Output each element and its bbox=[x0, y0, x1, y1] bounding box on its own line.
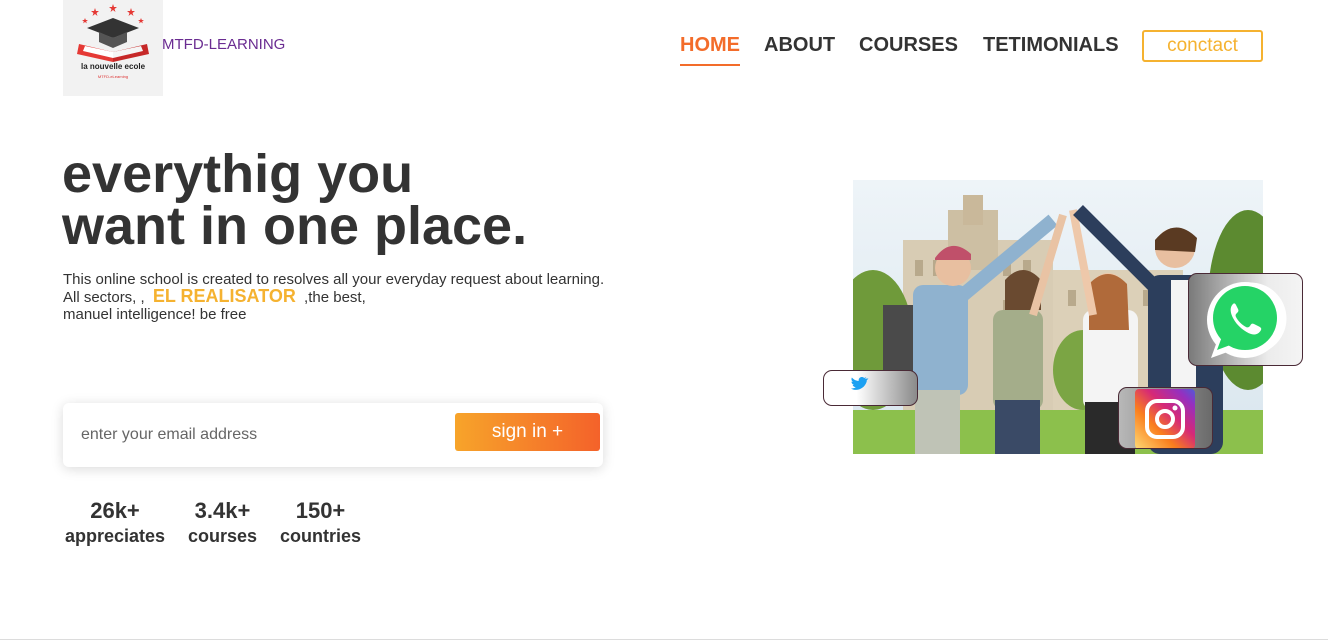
stat-label: courses bbox=[187, 526, 258, 546]
hero-desc-line-2: All sectors, , EL REALISATOR ,the best, bbox=[63, 286, 604, 306]
nav-item-testimonials[interactable]: TETIMONIALS bbox=[983, 34, 1119, 57]
stat-countries: 150+ countries bbox=[278, 498, 363, 547]
hero-description: This online school is created to resolve… bbox=[63, 271, 604, 323]
email-input[interactable] bbox=[81, 421, 441, 449]
logo-tagline: MTFD-eLearning bbox=[97, 74, 129, 79]
landing-page: la nouvelle ecole MTFD-eLearning MTFD-LE… bbox=[0, 0, 1328, 642]
nav-item-courses[interactable]: COURSES bbox=[859, 34, 958, 57]
nav-item-about[interactable]: ABOUT bbox=[764, 34, 835, 57]
contact-button[interactable]: conctact bbox=[1142, 30, 1263, 62]
hero-title-line-2: want in one place. bbox=[62, 196, 528, 256]
sign-in-button[interactable]: sign in + bbox=[455, 413, 600, 451]
email-signup-card: sign in + bbox=[63, 403, 603, 467]
instagram-link[interactable] bbox=[1118, 387, 1213, 449]
hero-title: everythig you want in one place. bbox=[62, 144, 528, 256]
hero-desc-line-2-start: All sectors, , bbox=[63, 289, 145, 306]
hero-highlight: EL REALISATOR bbox=[152, 286, 296, 306]
stat-value: 3.4k+ bbox=[194, 498, 251, 523]
stat-courses: 3.4k+ courses bbox=[185, 498, 260, 547]
stat-label: countries bbox=[279, 526, 362, 546]
twitter-icon bbox=[850, 377, 869, 390]
stat-value: 26k+ bbox=[90, 498, 140, 523]
whatsapp-link[interactable] bbox=[1188, 273, 1303, 366]
twitter-link[interactable] bbox=[823, 370, 918, 406]
stat-label: appreciates bbox=[64, 526, 166, 546]
page-divider bbox=[0, 639, 1328, 640]
stat-value: 150+ bbox=[295, 498, 346, 523]
whatsapp-icon bbox=[1207, 282, 1287, 358]
hero-desc-line-2-end: ,the best, bbox=[304, 289, 366, 306]
instagram-icon bbox=[1135, 389, 1195, 448]
stat-appreciates: 26k+ appreciates bbox=[63, 498, 167, 547]
main-nav: HOME ABOUT COURSES TETIMONIALS bbox=[0, 34, 1328, 74]
hero-title-line-1: everythig you bbox=[62, 144, 414, 204]
hero-desc-line-3: manuel intelligence! be free bbox=[63, 306, 247, 323]
nav-item-home[interactable]: HOME bbox=[680, 34, 740, 66]
hero-desc-line-1: This online school is created to resolve… bbox=[63, 271, 605, 288]
